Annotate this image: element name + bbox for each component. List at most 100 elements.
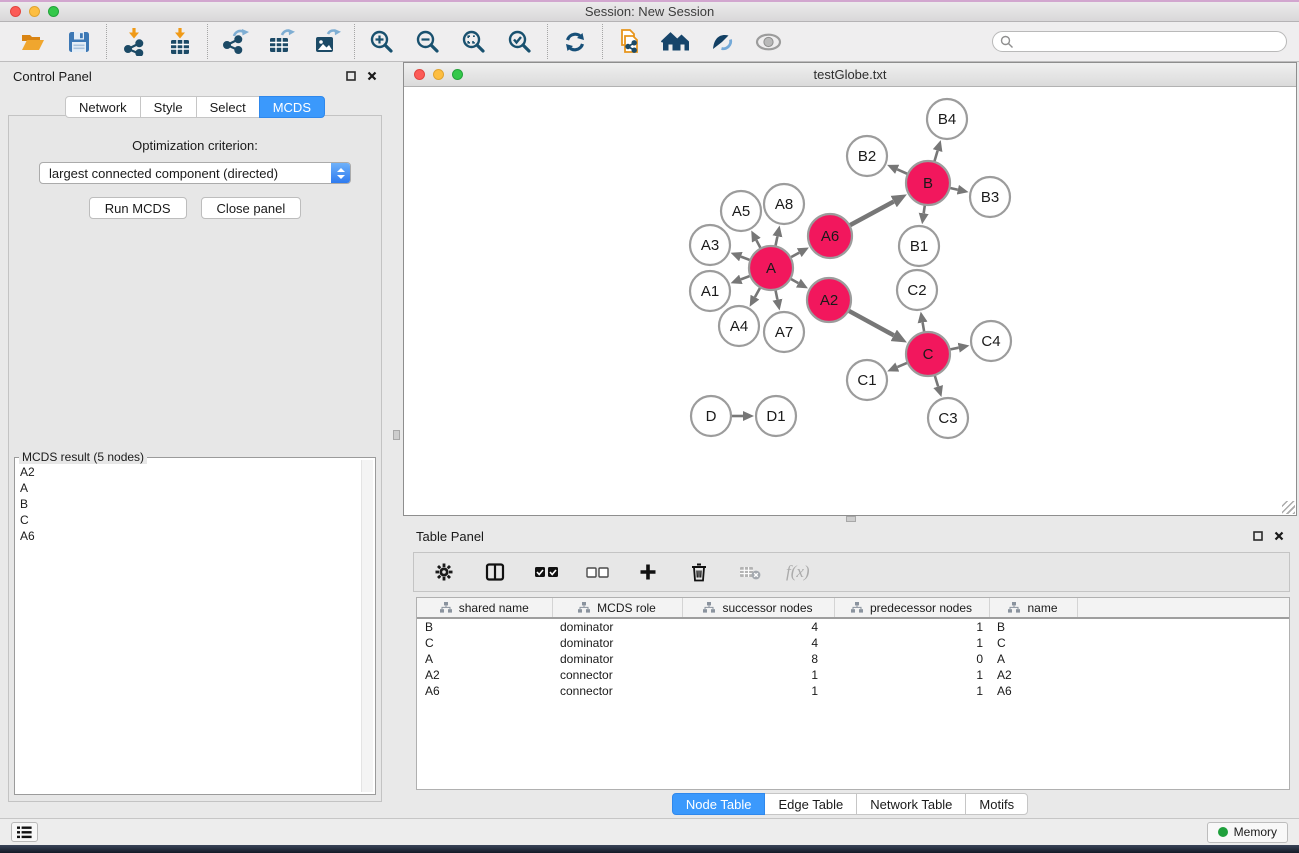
memory-status-icon: [1218, 827, 1228, 837]
column-layout-button[interactable]: [480, 557, 510, 587]
delete-table-button[interactable]: [735, 557, 765, 587]
export-image-button[interactable]: [312, 27, 342, 57]
delete-column-button[interactable]: [684, 557, 714, 587]
result-item[interactable]: A2: [20, 464, 357, 480]
tab-motifs[interactable]: Motifs: [965, 793, 1028, 815]
save-session-button[interactable]: [64, 27, 94, 57]
zoom-out-button[interactable]: [413, 27, 443, 57]
criterion-dropdown[interactable]: largest connected component (directed): [39, 162, 351, 184]
close-panel-button[interactable]: Close panel: [201, 197, 302, 219]
network-close-button[interactable]: [414, 69, 425, 80]
control-panel-title: Control Panel: [13, 69, 92, 84]
table-row[interactable]: A2connector11A2: [417, 667, 1289, 683]
refresh-view-button[interactable]: [560, 27, 590, 57]
control-panel: Control Panel NetworkStyleSelectMCDS Opt…: [0, 62, 390, 818]
graph-node-label: A4: [730, 318, 748, 335]
search-input[interactable]: [1019, 35, 1279, 49]
list-icon: [17, 826, 32, 839]
close-panel-icon[interactable]: [1274, 531, 1284, 541]
run-mcds-button[interactable]: Run MCDS: [89, 197, 187, 219]
float-panel-icon[interactable]: [346, 71, 356, 81]
deselect-all-button[interactable]: [582, 557, 612, 587]
table-panel: Table Panel: [403, 522, 1297, 818]
optimization-criterion-label: Optimization criterion:: [132, 138, 258, 153]
export-network-button[interactable]: [220, 27, 250, 57]
tab-edge-table[interactable]: Edge Table: [764, 793, 857, 815]
tab-network[interactable]: Network: [65, 96, 141, 118]
memory-button[interactable]: Memory: [1207, 822, 1288, 843]
import-network-button[interactable]: [119, 27, 149, 57]
column-header[interactable]: name: [989, 598, 1077, 618]
search-icon: [1000, 35, 1014, 49]
column-header[interactable]: predecessor nodes: [834, 598, 989, 618]
toolbar-separator: [106, 24, 107, 59]
float-panel-icon[interactable]: [1253, 531, 1263, 541]
table-row[interactable]: A6connector11A6: [417, 683, 1289, 699]
network-window-titlebar: testGlobe.txt: [404, 63, 1296, 87]
result-scrollbar[interactable]: [361, 460, 373, 792]
delete-table-icon: [739, 564, 761, 580]
close-panel-icon[interactable]: [367, 71, 377, 81]
network-window-title: testGlobe.txt: [404, 67, 1296, 82]
result-item[interactable]: A: [20, 480, 357, 496]
search-field[interactable]: [992, 31, 1287, 52]
fit-content-button[interactable]: [459, 27, 489, 57]
select-all-button[interactable]: [531, 557, 561, 587]
graph-edge-A2-C[interactable]: [847, 310, 893, 335]
toolbar-separator: [354, 24, 355, 59]
zoom-selected-button[interactable]: [505, 27, 535, 57]
dropdown-stepper-icon: [331, 163, 350, 183]
maximize-window-button[interactable]: [48, 6, 59, 17]
table-toolbar: f(x): [413, 552, 1290, 592]
toolbar-separator: [207, 24, 208, 59]
first-neighbors-button[interactable]: [661, 27, 691, 57]
result-item[interactable]: A6: [20, 528, 357, 544]
window-title: Session: New Session: [0, 4, 1299, 19]
result-item[interactable]: B: [20, 496, 357, 512]
column-header[interactable]: MCDS role: [552, 598, 682, 618]
resize-grip[interactable]: [1282, 501, 1295, 514]
network-maximize-button[interactable]: [452, 69, 463, 80]
mcds-result-box: MCDS result (5 nodes) A2ABCA6: [14, 457, 376, 795]
column-header[interactable]: successor nodes: [682, 598, 834, 618]
function-builder-button[interactable]: f(x): [786, 562, 810, 582]
network-canvas[interactable]: B4B2BB3B1A5A8A6A3AA1A2C2A4A7C4CC1C3DD1: [404, 87, 1296, 515]
panel-splitter[interactable]: [390, 62, 403, 818]
clone-network-button[interactable]: [615, 27, 645, 57]
graph-node-label: A: [766, 260, 776, 277]
double-home-icon: [661, 31, 691, 53]
control-panel-tabs: NetworkStyleSelectMCDS: [0, 96, 390, 118]
result-item[interactable]: C: [20, 512, 357, 528]
minimize-window-button[interactable]: [29, 6, 40, 17]
horizontal-splitter[interactable]: [403, 516, 1297, 522]
show-hide-graphics-button[interactable]: [707, 27, 737, 57]
zoom-in-button[interactable]: [367, 27, 397, 57]
splitter-handle[interactable]: [846, 516, 856, 522]
tab-mcds[interactable]: MCDS: [259, 96, 325, 118]
task-history-button[interactable]: [11, 822, 38, 842]
table-row[interactable]: Adominator80A: [417, 651, 1289, 667]
table-tabs: Node TableEdge TableNetwork TableMotifs: [403, 790, 1297, 818]
tab-select[interactable]: Select: [196, 96, 260, 118]
mcds-panel: Optimization criterion: largest connecte…: [8, 115, 382, 802]
column-header[interactable]: shared name: [417, 598, 552, 618]
add-column-button[interactable]: [633, 557, 663, 587]
tab-network-table[interactable]: Network Table: [856, 793, 966, 815]
graph-node-label: B: [923, 175, 933, 192]
network-minimize-button[interactable]: [433, 69, 444, 80]
export-table-button[interactable]: [266, 27, 296, 57]
graph-edge-A6-B[interactable]: [848, 202, 893, 226]
table-row[interactable]: Bdominator41B: [417, 618, 1289, 635]
open-session-button[interactable]: [18, 27, 48, 57]
export-image-icon: [313, 29, 341, 55]
tab-style[interactable]: Style: [140, 96, 197, 118]
close-window-button[interactable]: [10, 6, 21, 17]
table-row[interactable]: Cdominator41C: [417, 635, 1289, 651]
tab-node-table[interactable]: Node Table: [672, 793, 766, 815]
toolbar-separator: [547, 24, 548, 59]
table-settings-button[interactable]: [429, 557, 459, 587]
eye-button[interactable]: [753, 27, 783, 57]
import-table-button[interactable]: [165, 27, 195, 57]
refresh-icon: [563, 30, 587, 54]
splitter-handle[interactable]: [393, 430, 400, 440]
